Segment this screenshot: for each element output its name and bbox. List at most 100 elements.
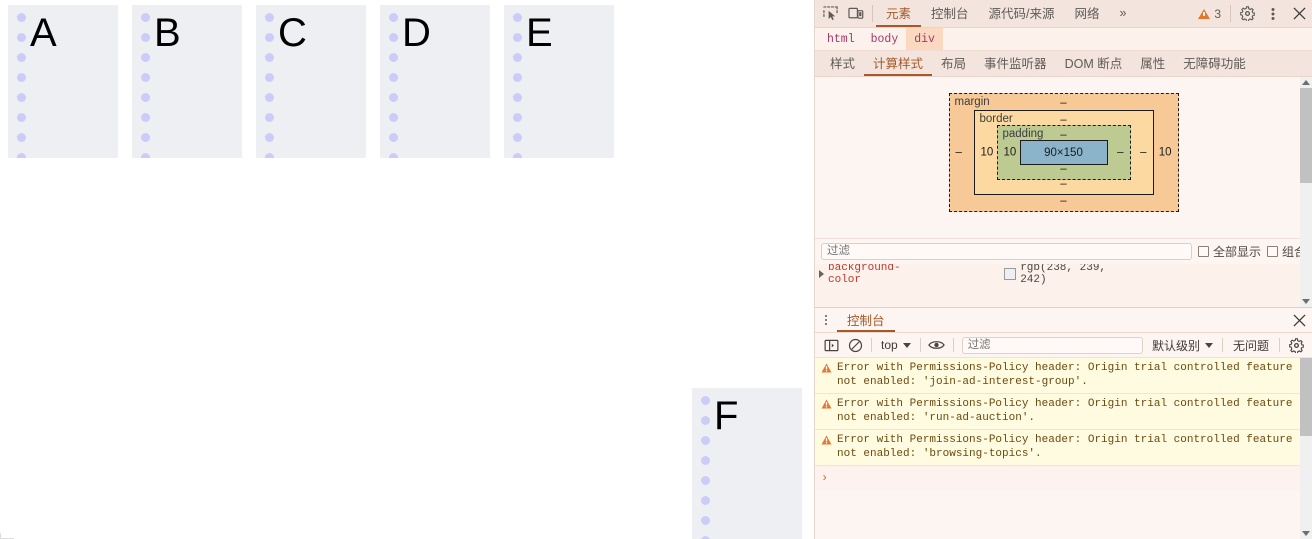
note-card-b[interactable]: B	[132, 5, 242, 158]
drawer-close-icon[interactable]	[1286, 308, 1312, 332]
console-message-warning[interactable]: Error with Permissions-Policy header: Or…	[815, 394, 1312, 430]
devtools-tab-2[interactable]: 源代码/来源	[979, 0, 1065, 27]
drawer-menu-icon[interactable]	[815, 308, 837, 332]
console-level-selector[interactable]: 默认级别	[1147, 337, 1218, 354]
breadcrumb-item-html[interactable]: html	[819, 28, 863, 50]
note-card-f[interactable]: F	[692, 388, 802, 539]
kebab-menu-icon[interactable]	[1260, 0, 1286, 27]
note-hole	[388, 13, 398, 22]
console-messages: Error with Permissions-Policy header: Or…	[815, 358, 1312, 539]
box-model-content[interactable]: 90×150	[1019, 140, 1108, 165]
note-card-e[interactable]: E	[504, 5, 614, 158]
gear-icon[interactable]	[1234, 0, 1260, 27]
console-toolbar-divider	[871, 338, 872, 352]
drawer-tabbar: 控制台	[815, 308, 1312, 333]
elements-sidebar-tabs: 样式 计算样式 布局 事件监听器 DOM 断点 属性 无障碍功能	[815, 51, 1312, 77]
computed-filter-input[interactable]	[821, 242, 1192, 260]
devtools-tab-0[interactable]: 元素	[876, 0, 922, 27]
breadcrumb-item-div[interactable]: div	[906, 28, 943, 50]
padding-right-value[interactable]: –	[1117, 146, 1123, 159]
padding-top-value[interactable]: –	[1060, 129, 1066, 142]
scroll-thumb[interactable]	[1300, 88, 1312, 183]
note-hole	[140, 73, 150, 82]
margin-top-value[interactable]: –	[1060, 97, 1066, 110]
note-hole	[512, 33, 522, 42]
computed-filter-row: 全部显示 组合	[815, 237, 1312, 264]
computed-property-name: background-color	[828, 263, 901, 286]
devtools-tab-1[interactable]: 控制台	[921, 0, 979, 27]
padding-left-value[interactable]: 10	[1004, 146, 1017, 159]
border-right-value[interactable]: –	[1140, 146, 1146, 159]
note-hole	[16, 33, 26, 42]
expand-arrow-icon[interactable]	[819, 269, 824, 278]
warning-count: 3	[1214, 6, 1221, 21]
note-hole	[16, 153, 26, 158]
console-settings-gear-icon[interactable]	[1284, 334, 1308, 356]
padding-bottom-value[interactable]: –	[1060, 163, 1066, 176]
more-tabs-button[interactable]: »	[1110, 0, 1137, 27]
breadcrumb-item-body[interactable]: body	[863, 28, 907, 50]
show-all-checkbox[interactable]: 全部显示	[1197, 243, 1261, 260]
note-card-holes	[13, 5, 29, 158]
note-card-d[interactable]: D	[380, 5, 490, 158]
console-issues-label[interactable]: 无问题	[1227, 337, 1275, 354]
scroll-up-arrow[interactable]	[1302, 80, 1310, 85]
margin-left-value[interactable]: –	[956, 146, 962, 159]
note-hole	[264, 13, 274, 22]
sidebar-tab-5[interactable]: 属性	[1131, 51, 1174, 76]
clear-console-icon[interactable]	[843, 334, 867, 356]
console-context-value: top	[881, 338, 898, 352]
note-card-c[interactable]: C	[256, 5, 366, 158]
console-level-value: 默认级别	[1151, 338, 1200, 353]
note-hole	[512, 13, 522, 22]
sidebar-tab-2[interactable]: 布局	[932, 51, 975, 76]
close-icon[interactable]	[1286, 0, 1312, 27]
console-scroll-thumb[interactable]	[1300, 358, 1312, 436]
note-hole	[512, 113, 522, 122]
devtools-tab-3[interactable]: 网络	[1065, 0, 1110, 27]
note-hole	[512, 133, 522, 142]
box-model-padding[interactable]: padding – – – 10 90×150	[996, 125, 1131, 180]
computed-property-row[interactable]: background-color rgb(238, 239, 242)	[815, 264, 1312, 286]
sidebar-tab-4[interactable]: DOM 断点	[1056, 51, 1132, 76]
screen-root: ABCDEF 元素 控制台 源代码/来源 网络 » 3 html body di…	[0, 0, 1312, 539]
console-prompt[interactable]: ›	[815, 466, 1312, 490]
warning-indicator[interactable]: 3	[1192, 0, 1227, 27]
color-swatch[interactable]	[1004, 267, 1017, 280]
console-message-text: Error with Permissions-Policy header: Or…	[837, 362, 1293, 388]
note-card-letter: A	[30, 11, 57, 55]
console-context-selector[interactable]: top	[876, 338, 916, 352]
warning-triangle-icon	[821, 435, 832, 450]
live-expression-icon[interactable]	[925, 334, 949, 356]
margin-right-value[interactable]: 10	[1159, 146, 1172, 159]
device-toolbar-icon[interactable]	[843, 0, 869, 27]
tab-console[interactable]: 控制台	[837, 308, 895, 332]
box-model-margin[interactable]: margin – 10 – – border – – – 10 padding …	[948, 93, 1179, 212]
page-viewport: A B C D E F	[0, 0, 814, 539]
sidebar-tab-6[interactable]: 无障碍功能	[1174, 51, 1255, 76]
window-resize-grip[interactable]	[0, 525, 14, 539]
note-card-letter: B	[154, 11, 181, 55]
margin-bottom-value[interactable]: –	[1060, 195, 1066, 208]
console-scrollbar[interactable]	[1300, 358, 1312, 539]
box-model-border[interactable]: border – – – 10 padding – – – 10 90×150	[973, 110, 1154, 195]
console-filter-input[interactable]	[961, 336, 1143, 354]
group-checkbox-box	[1266, 245, 1278, 257]
sidebar-tab-3[interactable]: 事件监听器	[975, 51, 1056, 76]
sidebar-tab-0[interactable]: 样式	[821, 51, 864, 76]
devtools-panel: 元素 控制台 源代码/来源 网络 » 3 html body div 样式 计算…	[814, 0, 1312, 539]
scroll-down-arrow[interactable]	[1302, 299, 1310, 304]
console-message-warning[interactable]: Error with Permissions-Policy header: Or…	[815, 358, 1312, 394]
note-card-holes	[697, 388, 713, 539]
inspect-cursor-icon[interactable]	[817, 0, 843, 27]
console-scroll-down-arrow[interactable]	[1302, 531, 1310, 536]
sidebar-toggle-icon[interactable]	[819, 334, 843, 356]
box-model-padding-label: padding	[1002, 128, 1044, 140]
console-message-warning[interactable]: Error with Permissions-Policy header: Or…	[815, 430, 1312, 466]
note-card-a[interactable]: A	[8, 5, 118, 158]
border-left-value[interactable]: 10	[981, 146, 994, 159]
computed-pane-scrollbar[interactable]	[1300, 77, 1312, 307]
warning-triangle-icon	[821, 399, 832, 414]
sidebar-tab-1[interactable]: 计算样式	[864, 51, 933, 76]
border-bottom-value[interactable]: –	[1060, 178, 1066, 191]
